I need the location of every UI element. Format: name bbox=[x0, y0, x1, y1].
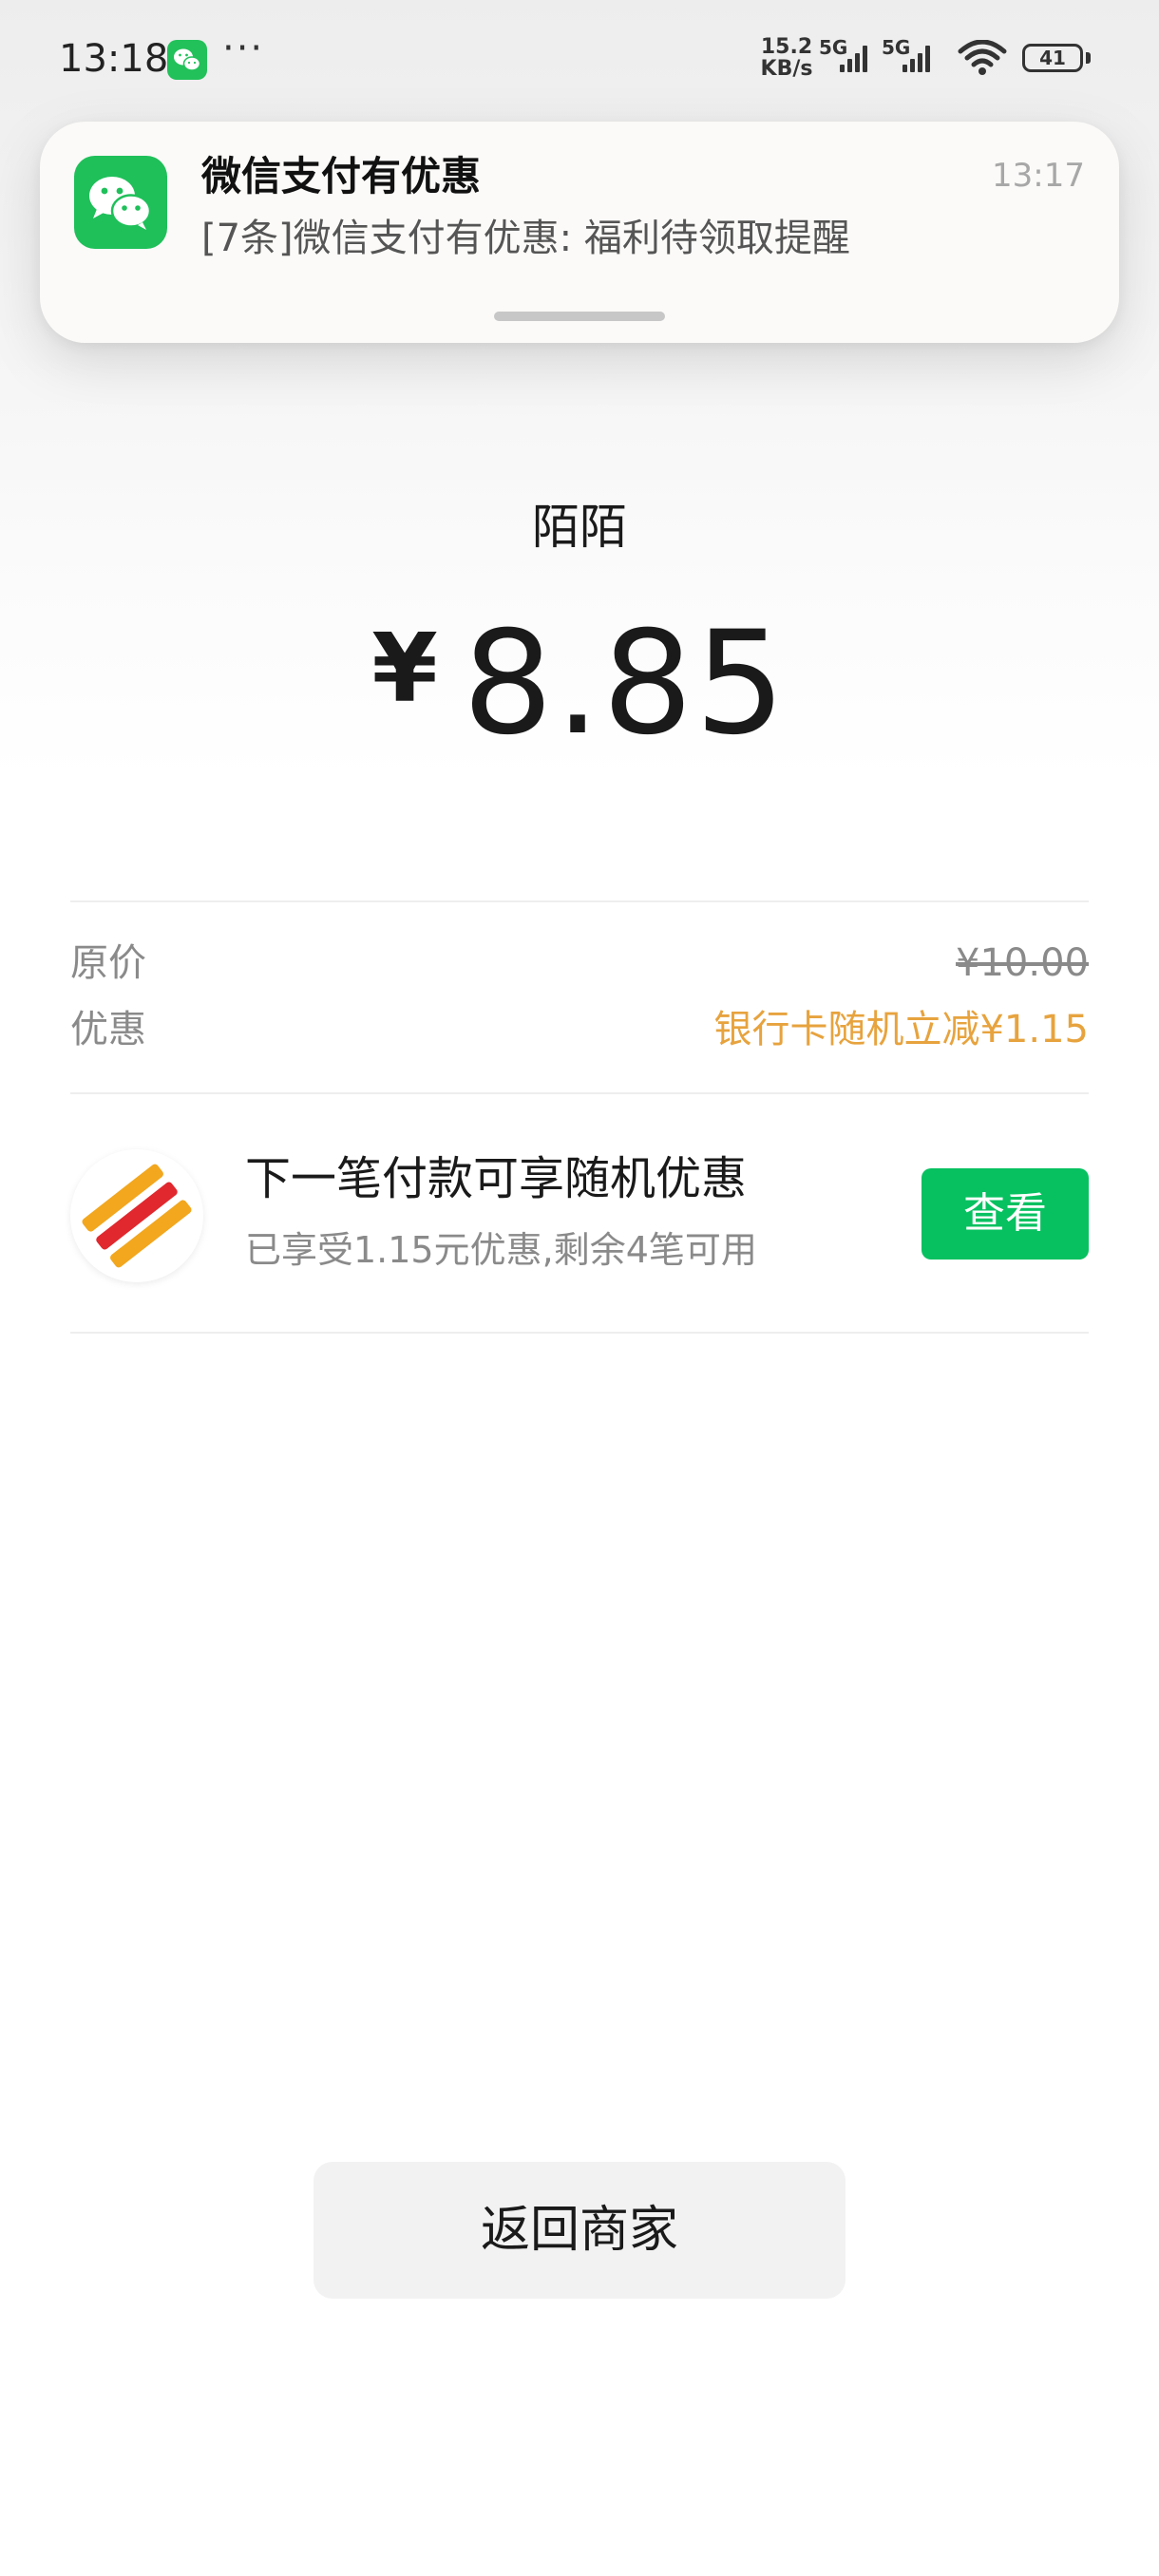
promo-subtitle: 已享受1.15元优惠,剩余4笔可用 bbox=[245, 1229, 757, 1271]
network-speed-unit: KB/s bbox=[760, 57, 813, 81]
wechat-icon bbox=[74, 156, 167, 249]
currency-symbol: ¥ bbox=[371, 613, 438, 724]
notification-body: [7条]微信支付有优惠: 福利待领取提醒 bbox=[201, 217, 850, 260]
divider bbox=[70, 1092, 1089, 1094]
divider bbox=[70, 900, 1089, 902]
battery-icon: 41 bbox=[1022, 44, 1083, 72]
discount-label: 优惠 bbox=[70, 1008, 146, 1051]
notification-title: 微信支付有优惠 bbox=[201, 153, 482, 199]
payee-name: 陌陌 bbox=[532, 500, 627, 555]
original-price-value: ¥10.00 bbox=[956, 941, 1089, 985]
wifi-icon bbox=[958, 39, 1007, 80]
network-speed-value: 15.2 bbox=[760, 35, 813, 59]
notification-time: 13:17 bbox=[992, 157, 1085, 195]
view-button[interactable]: 查看 bbox=[922, 1168, 1089, 1260]
original-price-label: 原价 bbox=[70, 941, 146, 985]
return-to-merchant-button[interactable]: 返回商家 bbox=[314, 2162, 846, 2299]
notification-card[interactable]: 微信支付有优惠 13:17 [7条]微信支付有优惠: 福利待领取提醒 bbox=[40, 122, 1119, 343]
discount-value: 银行卡随机立减¥1.15 bbox=[713, 1008, 1089, 1051]
status-time: 13:18 bbox=[59, 37, 169, 81]
wechat-notification-icon bbox=[167, 40, 207, 80]
payment-amount: ¥8.85 bbox=[0, 608, 1159, 760]
divider bbox=[70, 1332, 1089, 1334]
cellular-signal-icon: 5G bbox=[819, 36, 878, 76]
network-speed: 15.2 KB/s bbox=[760, 36, 813, 80]
amount-value: 8.85 bbox=[462, 601, 788, 767]
battery-tip bbox=[1086, 52, 1091, 64]
battery-level: 41 bbox=[1039, 47, 1066, 69]
more-icon: ··· bbox=[222, 27, 265, 70]
status-bar: 13:18 ··· 15.2 KB/s 5G 5G 41 bbox=[0, 0, 1159, 114]
notification-drag-handle[interactable] bbox=[494, 312, 665, 321]
promo-title: 下一笔付款可享随机优惠 bbox=[245, 1152, 748, 1205]
cellular-signal-icon: 5G bbox=[882, 36, 940, 76]
bank-logo-icon bbox=[70, 1149, 203, 1282]
